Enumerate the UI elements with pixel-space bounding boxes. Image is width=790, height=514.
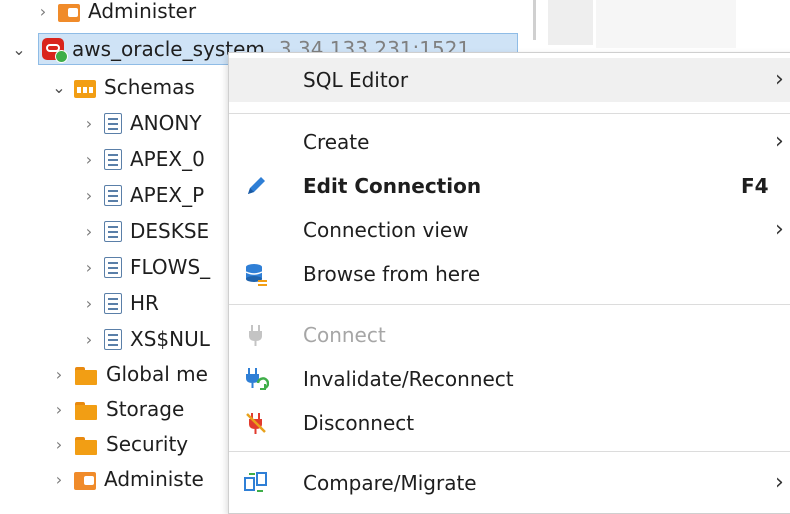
tree-item-administer-top[interactable]: › Administer xyxy=(34,0,196,28)
menu-item-disconnect[interactable]: Disconnect xyxy=(229,401,790,445)
tree-item-security[interactable]: › Security xyxy=(50,427,188,461)
tree-item-label: APEX_P xyxy=(130,183,205,207)
tree-item-label: DESKSE xyxy=(130,219,210,243)
schemas-folder-icon xyxy=(74,79,96,98)
schema-icon xyxy=(104,220,122,242)
chevron-right-icon[interactable]: › xyxy=(80,150,98,169)
tree-item-schema[interactable]: › APEX_P xyxy=(80,178,204,212)
menu-item-invalidate-reconnect[interactable]: Invalidate/Reconnect xyxy=(229,357,790,401)
menu-item-label: Connection view xyxy=(303,218,469,242)
submenu-arrow-icon: › xyxy=(775,470,784,495)
tree-item-label: Administer xyxy=(88,0,197,23)
tree-item-label: ANONY xyxy=(130,111,202,135)
tree-item-schema[interactable]: › DESKSE xyxy=(80,214,209,248)
folder-icon xyxy=(74,433,98,455)
tree-item-schema[interactable]: › HR xyxy=(80,286,159,320)
compare-icon xyxy=(244,472,267,492)
chevron-right-icon[interactable]: › xyxy=(80,114,98,133)
submenu-arrow-icon: › xyxy=(775,217,784,242)
tree-item-label: Security xyxy=(106,432,189,456)
administer-icon xyxy=(74,471,96,490)
administer-icon xyxy=(58,3,80,22)
tree-item-schema[interactable]: › APEX_0 xyxy=(80,142,205,176)
chevron-right-icon[interactable]: › xyxy=(50,400,68,419)
tree-item-label: FLOWS_ xyxy=(130,255,211,279)
menu-item-browse-from-here[interactable]: Browse from here xyxy=(229,252,790,296)
submenu-arrow-icon: › xyxy=(775,67,784,92)
folder-icon xyxy=(74,398,98,420)
oracle-connection-icon xyxy=(42,38,68,63)
chevron-right-icon[interactable]: › xyxy=(50,470,68,489)
menu-item-connect[interactable]: Connect xyxy=(229,313,790,357)
menu-item-label: Disconnect xyxy=(303,411,415,435)
schema-icon xyxy=(104,256,122,278)
menu-separator xyxy=(229,113,790,114)
menu-item-label: Invalidate/Reconnect xyxy=(303,367,514,391)
panel-divider[interactable] xyxy=(533,0,536,40)
tree-item-administer[interactable]: › Administe xyxy=(50,462,204,496)
menu-item-label: SQL Editor xyxy=(303,68,409,92)
chevron-right-icon[interactable]: › xyxy=(80,330,98,349)
schema-icon xyxy=(104,292,122,314)
chevron-right-icon[interactable]: › xyxy=(80,222,98,241)
reconnect-icon xyxy=(246,368,269,390)
chevron-right-icon[interactable]: › xyxy=(50,435,68,454)
menu-item-label: Edit Connection xyxy=(303,174,482,198)
menu-separator xyxy=(229,451,790,452)
database-browse-icon xyxy=(245,264,267,286)
tree-item-global-metadata[interactable]: › Global me xyxy=(50,357,208,391)
context-menu: SQL Editor › Create › Edit Connection F4… xyxy=(228,52,790,514)
menu-item-label: Connect xyxy=(303,323,386,347)
tree-item-label: Schemas xyxy=(104,75,195,99)
menu-item-compare-migrate[interactable]: Compare/Migrate › xyxy=(229,461,790,505)
menu-item-label: Compare/Migrate xyxy=(303,471,477,495)
menu-item-label: Browse from here xyxy=(303,262,481,286)
menu-item-create[interactable]: Create › xyxy=(229,120,790,164)
tree-item-storage[interactable]: › Storage xyxy=(50,392,184,426)
folder-icon xyxy=(74,363,98,385)
tree-item-label: Administe xyxy=(104,467,204,491)
tree-item-label: APEX_0 xyxy=(130,147,205,171)
chevron-down-icon[interactable]: ⌄ xyxy=(10,40,28,59)
menu-item-edit-connection[interactable]: Edit Connection F4 xyxy=(229,164,790,208)
menu-separator xyxy=(229,304,790,305)
tree-item-label: Storage xyxy=(106,397,185,421)
tree-item-schema[interactable]: › XS$NUL xyxy=(80,322,210,356)
tree-item-schemas[interactable]: ⌄ Schemas xyxy=(50,70,195,104)
menu-item-label: Create xyxy=(303,130,370,154)
plug-icon xyxy=(249,325,262,346)
chevron-right-icon[interactable]: › xyxy=(50,365,68,384)
menu-item-shortcut: F4 xyxy=(741,174,769,198)
menu-item-connection-view[interactable]: Connection view › xyxy=(229,208,790,252)
menu-item-sql-editor[interactable]: SQL Editor › xyxy=(229,58,790,102)
disconnect-icon xyxy=(246,413,266,434)
tree-item-label: XS$NUL xyxy=(130,327,210,351)
schema-icon xyxy=(104,112,122,134)
chevron-right-icon[interactable]: › xyxy=(80,186,98,205)
tree-item-label: HR xyxy=(130,291,159,315)
tree-item-schema[interactable]: › FLOWS_ xyxy=(80,250,210,284)
tree-item-label: Global me xyxy=(106,362,208,386)
toolbar-area xyxy=(548,0,593,45)
schema-icon xyxy=(104,184,122,206)
chevron-down-icon[interactable]: ⌄ xyxy=(50,78,68,97)
chevron-right-icon[interactable]: › xyxy=(80,258,98,277)
tree-item-schema[interactable]: › ANONY xyxy=(80,106,202,140)
chevron-right-icon[interactable]: › xyxy=(80,294,98,313)
schema-icon xyxy=(104,148,122,170)
toolbar-area xyxy=(596,0,736,48)
pencil-icon xyxy=(248,177,265,194)
schema-icon xyxy=(104,328,122,350)
submenu-arrow-icon: › xyxy=(775,129,784,154)
chevron-right-icon[interactable]: › xyxy=(34,2,52,21)
